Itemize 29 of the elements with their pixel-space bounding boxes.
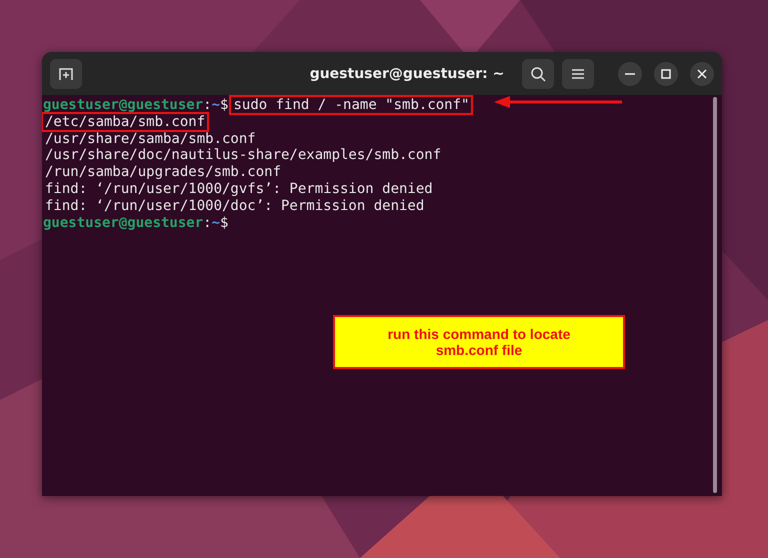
close-icon [697, 68, 707, 78]
prompt-separator: : [203, 214, 212, 231]
callout-note: run this command to locate smb.conf file [333, 315, 625, 369]
new-tab-button[interactable] [50, 58, 82, 88]
search-icon [530, 66, 546, 82]
output-line: /usr/share/doc/nautilus-share/examples/smb.conf [44, 147, 442, 164]
prompt-user: guestuser@guestuser [43, 97, 204, 113]
scrollbar[interactable] [713, 97, 717, 493]
menu-button[interactable] [562, 58, 594, 88]
prompt-sign: $ [220, 97, 228, 113]
prompt-separator: : [203, 97, 212, 113]
output-line: /usr/share/samba/smb.conf [44, 130, 257, 148]
maximize-icon [661, 68, 671, 78]
window-title: guestuser@guestuser: ~ [308, 66, 506, 82]
menu-icon [571, 66, 585, 80]
prompt-path: ~ [212, 97, 220, 113]
prompt-sign: $ [220, 214, 228, 231]
new-tab-icon [58, 66, 74, 82]
output-line: find: ‘/run/user/1000/gvfs’: Permission denied [44, 180, 434, 198]
maximize-button[interactable] [654, 62, 678, 86]
search-button[interactable] [522, 58, 554, 88]
output-line: /run/samba/upgrades/smb.conf [44, 164, 282, 181]
command-text: sudo find / -name "smb.conf" [229, 95, 474, 115]
minimize-button[interactable] [618, 62, 642, 86]
output-line: find: ‘/run/user/1000/doc’: Permission denied [44, 198, 426, 215]
minimize-icon [625, 72, 635, 74]
close-button[interactable] [690, 62, 714, 86]
prompt-user: guestuser@guestuser [43, 214, 204, 231]
prompt-path: ~ [212, 214, 220, 231]
